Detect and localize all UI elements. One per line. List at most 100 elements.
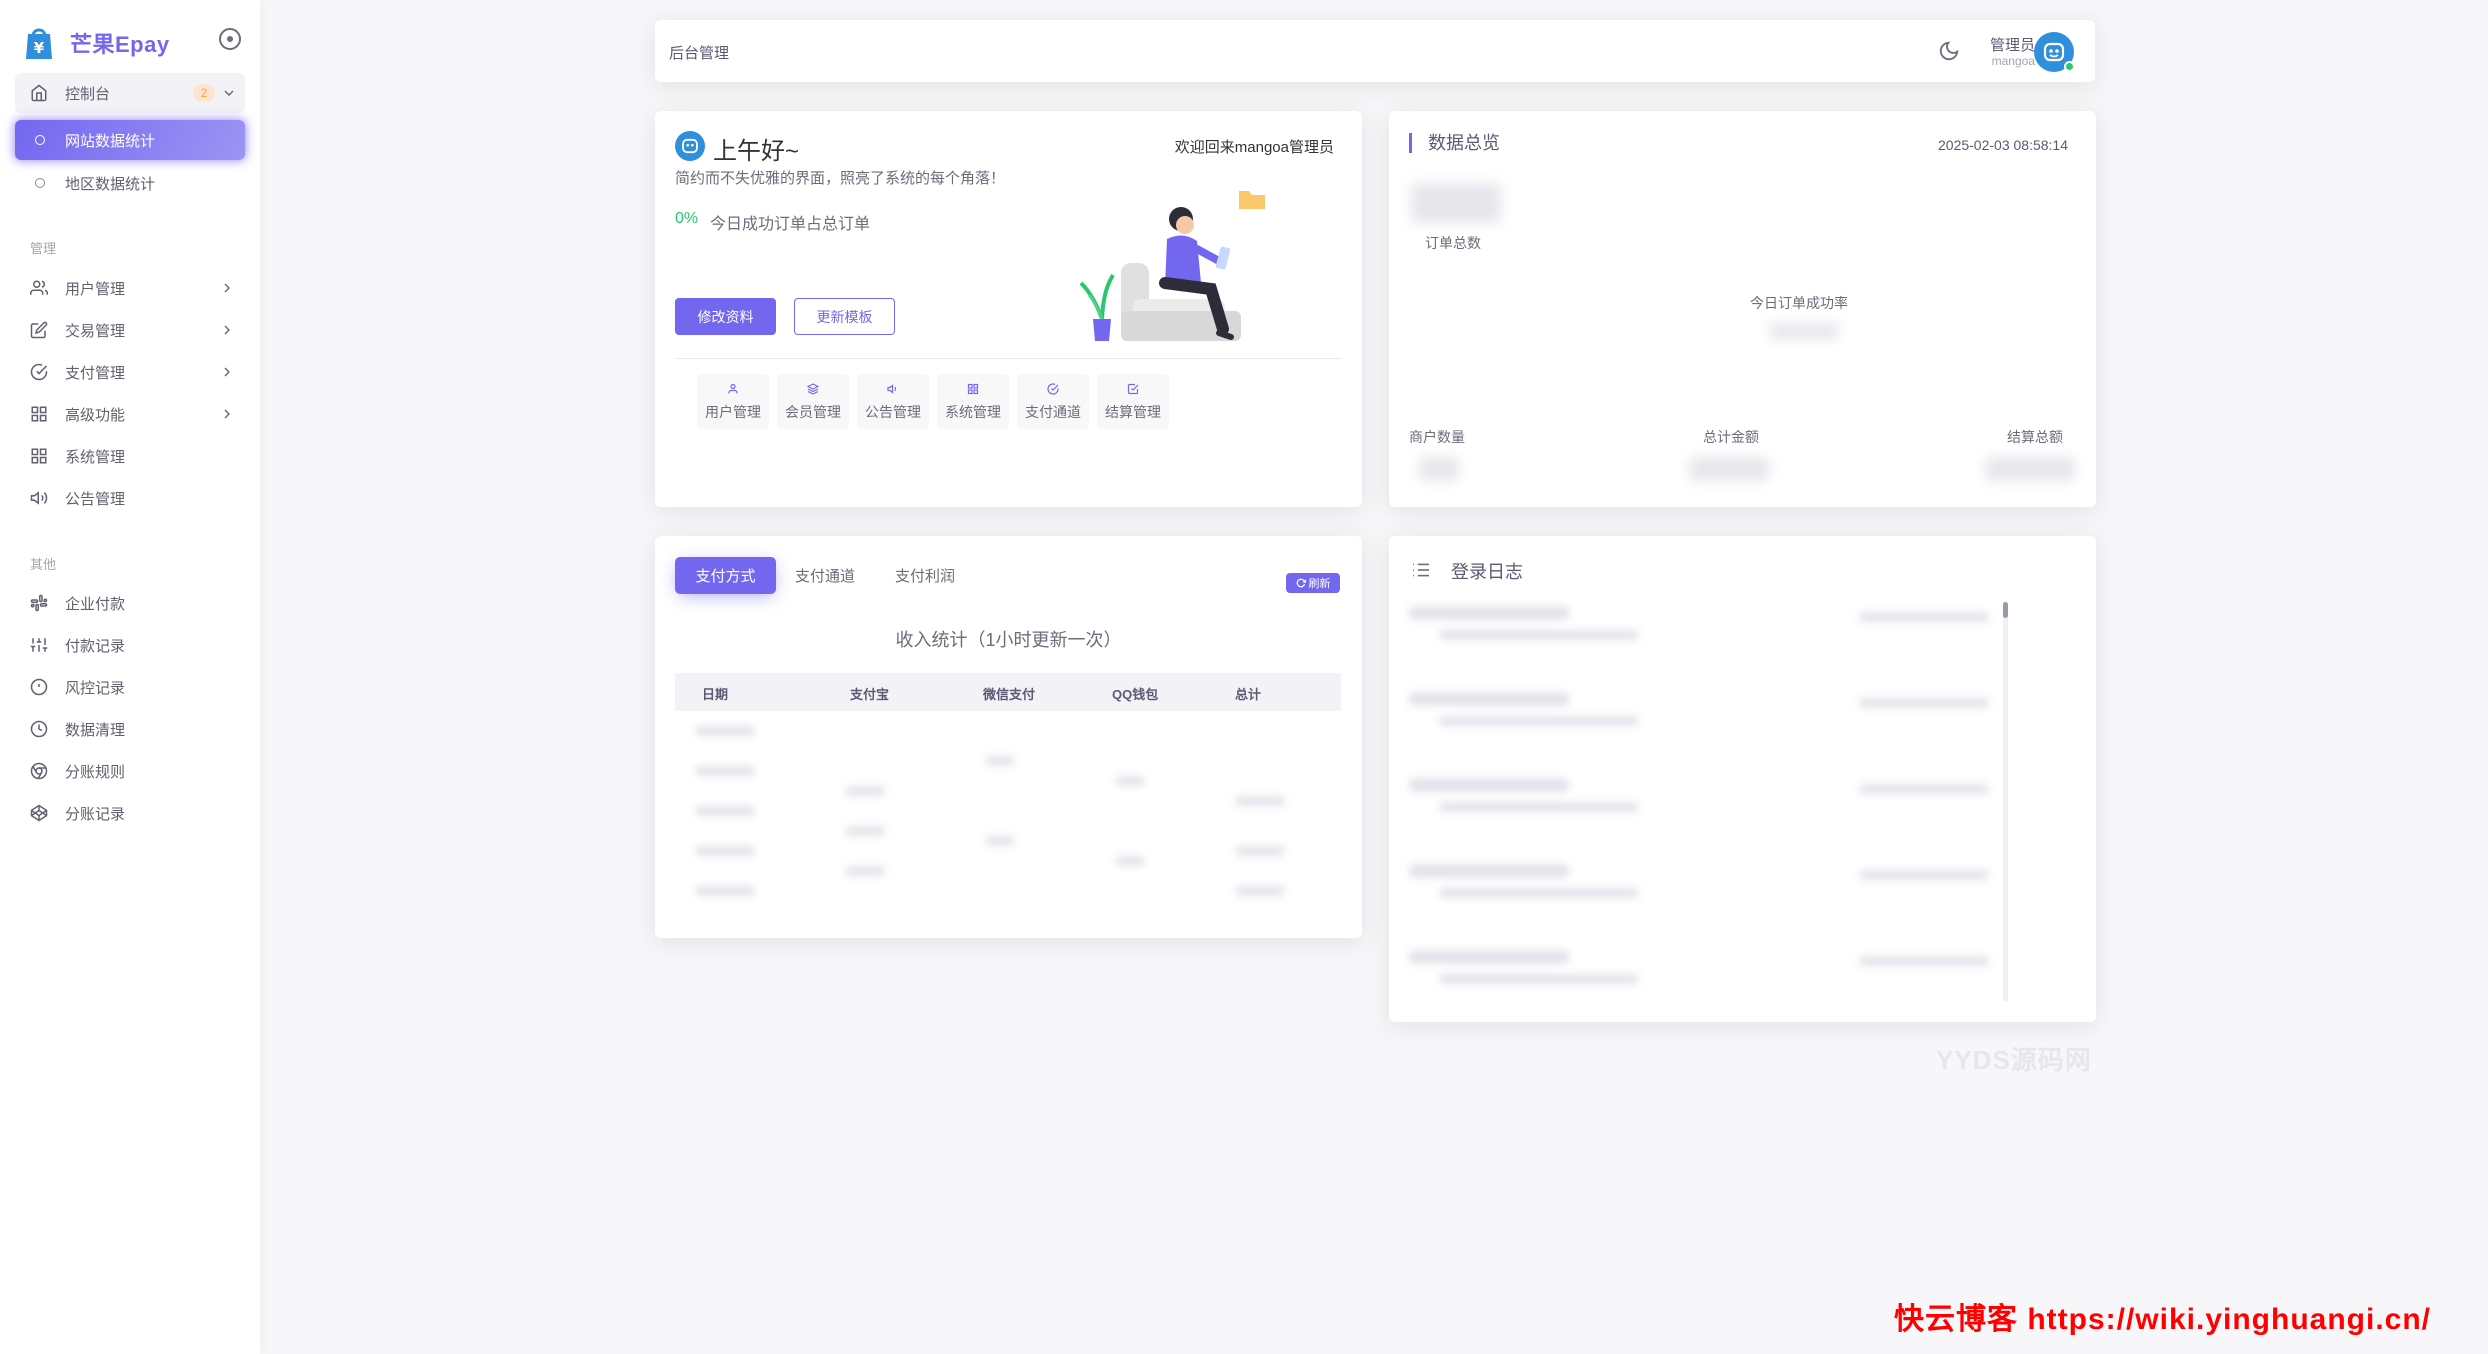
- table-header: 日期 支付宝 微信支付 QQ钱包 总计: [675, 673, 1341, 711]
- svg-text:¥: ¥: [34, 39, 45, 57]
- watermark-yyds: YYDS源码网: [1936, 1045, 2092, 1075]
- greeting-title: 上午好~: [713, 138, 800, 165]
- page-title: 后台管理: [669, 45, 730, 62]
- sidebar-item-trade-manage[interactable]: 交易管理: [15, 310, 245, 350]
- refresh-button[interactable]: 刷新: [1286, 573, 1340, 593]
- sidebar-item-site-stats[interactable]: 网站数据统计: [15, 120, 245, 160]
- grid-icon: [29, 446, 49, 466]
- sidebar-item-label: 付款记录: [65, 637, 126, 655]
- moon-icon[interactable]: [1938, 40, 1960, 62]
- merchant-count-value-blurred: [1419, 457, 1459, 481]
- divider: [675, 358, 1342, 359]
- chevron-right-icon: [224, 409, 230, 419]
- sidebar-item-split-rules[interactable]: 分账规则: [15, 751, 245, 791]
- check-square-icon: [1126, 382, 1140, 396]
- quick-link-member-manage[interactable]: 会员管理: [777, 374, 849, 429]
- sidebar-item-dashboard[interactable]: 控制台 2: [15, 73, 245, 113]
- sidebar-item-advanced[interactable]: 高级功能: [15, 394, 245, 434]
- refresh-icon: [1296, 578, 1306, 588]
- sidebar-item-pay-records[interactable]: 付款记录: [15, 625, 245, 665]
- column-header-date: 日期: [702, 687, 729, 702]
- refresh-label: 刷新: [1308, 578, 1331, 590]
- welcome-card: 上午好~ 欢迎回来mangoa管理员 简约而不失优雅的界面，照亮了系统的每个角落…: [655, 111, 1362, 507]
- edit-profile-button[interactable]: 修改资料: [675, 298, 776, 335]
- quick-link-label: 用户管理: [705, 403, 761, 420]
- sidebar-toggle-icon[interactable]: [219, 28, 241, 50]
- sidebar-item-notice-manage[interactable]: 公告管理: [15, 478, 245, 518]
- tab-pay-channel[interactable]: 支付通道: [783, 557, 867, 594]
- quick-link-notice-manage[interactable]: 公告管理: [857, 374, 929, 429]
- layers-icon: [806, 382, 820, 396]
- overview-title: 数据总览: [1409, 133, 1500, 153]
- order-total-label: 订单总数: [1425, 235, 1481, 251]
- user-icon: [726, 382, 740, 396]
- sidebar-item-system-manage[interactable]: 系统管理: [15, 436, 245, 476]
- section-label-manage: 管理: [30, 241, 57, 256]
- sidebar-item-label: 分账规则: [65, 763, 126, 781]
- online-status-dot: [2064, 61, 2075, 72]
- quick-link-label: 支付通道: [1025, 403, 1081, 420]
- quick-link-label: 结算管理: [1105, 403, 1161, 420]
- success-description: 今日成功订单占总订单: [710, 216, 871, 233]
- data-overview-card: 数据总览 2025-02-03 08:58:14 订单总数 今日订单成功率 商户…: [1389, 111, 2096, 507]
- sidebar-item-data-cleanup[interactable]: 数据清理: [15, 709, 245, 749]
- edit-icon: [29, 320, 49, 340]
- watermark-blog: 快云博客 https://wiki.yinghuangi.cn/: [1894, 1303, 2432, 1336]
- check-circle-icon: [29, 362, 49, 382]
- column-header-qq: QQ钱包: [1112, 687, 1159, 702]
- sidebar-item-label: 交易管理: [65, 322, 126, 340]
- sidebar-item-risk-records[interactable]: 风控记录: [15, 667, 245, 707]
- check-circle-icon: [1046, 382, 1060, 396]
- sidebar-item-label: 系统管理: [65, 448, 126, 466]
- login-log-title: 登录日志: [1451, 562, 1523, 582]
- chevron-right-icon: [224, 367, 230, 377]
- today-success-rate-value-blurred: [1769, 323, 1839, 339]
- update-template-button[interactable]: 更新模板: [794, 298, 895, 335]
- login-log-scrollbar[interactable]: [2003, 602, 2008, 1002]
- section-label-other: 其他: [30, 557, 57, 572]
- column-header-total: 总计: [1235, 687, 1262, 702]
- speaker-icon: [886, 382, 900, 396]
- order-total-value-blurred: [1411, 183, 1501, 223]
- sidebar-item-enterprise-pay[interactable]: 企业付款: [15, 583, 245, 623]
- top-navbar: 后台管理 管理员 mangoa: [655, 20, 2095, 82]
- sidebar-item-split-records[interactable]: 分账记录: [15, 793, 245, 833]
- quick-link-label: 会员管理: [785, 403, 841, 420]
- slack-icon: [29, 593, 49, 613]
- sidebar-item-label: 企业付款: [65, 595, 126, 613]
- grid-icon: [29, 404, 49, 424]
- chrome-icon: [29, 761, 49, 781]
- user-role: mangoa: [1991, 54, 2035, 68]
- success-percentage: 0%: [675, 210, 699, 227]
- sidebar-item-label: 分账记录: [65, 805, 126, 823]
- quick-link-pay-channel[interactable]: 支付通道: [1017, 374, 1089, 429]
- woman-on-sofa-illustration: [1079, 191, 1265, 341]
- tab-pay-method[interactable]: 支付方式: [675, 557, 776, 594]
- user-name[interactable]: 管理员: [1975, 34, 2035, 55]
- sidebar-item-pay-manage[interactable]: 支付管理: [15, 352, 245, 392]
- quick-link-label: 系统管理: [945, 403, 1001, 420]
- sidebar-item-user-manage[interactable]: 用户管理: [15, 268, 245, 308]
- sliders-icon: [29, 635, 49, 655]
- sidebar-item-label: 地区数据统计: [65, 175, 156, 193]
- sidebar-item-label: 风控记录: [65, 679, 126, 697]
- chevron-down-icon: [224, 90, 234, 96]
- sidebar-item-label: 高级功能: [65, 406, 126, 424]
- column-header-alipay: 支付宝: [850, 687, 890, 702]
- codepen-icon: [29, 803, 49, 823]
- sidebar: ¥ 芒果Epay 控制台 2 网站数据统计 地区数据统计 管理 用户管理 交易管…: [0, 0, 260, 1354]
- sidebar-item-region-stats[interactable]: 地区数据统计: [15, 163, 245, 203]
- quick-link-settle-manage[interactable]: 结算管理: [1097, 374, 1169, 429]
- tab-pay-profit[interactable]: 支付利润: [883, 557, 967, 594]
- sidebar-item-label: 网站数据统计: [65, 132, 156, 150]
- quick-link-user-manage[interactable]: 用户管理: [697, 374, 769, 429]
- shopping-bag-logo-icon: ¥: [22, 24, 56, 62]
- brand-name: 芒果Epay: [70, 32, 170, 57]
- brand[interactable]: ¥ 芒果Epay: [22, 26, 170, 60]
- scrollbar-thumb[interactable]: [2003, 602, 2008, 618]
- overview-datetime: 2025-02-03 08:58:14: [1938, 137, 2068, 153]
- avatar[interactable]: [2034, 32, 2075, 72]
- quick-link-system-manage[interactable]: 系统管理: [937, 374, 1009, 429]
- stats-caption: 收入统计（1小时更新一次）: [895, 630, 1122, 650]
- alert-circle-icon: [29, 677, 49, 697]
